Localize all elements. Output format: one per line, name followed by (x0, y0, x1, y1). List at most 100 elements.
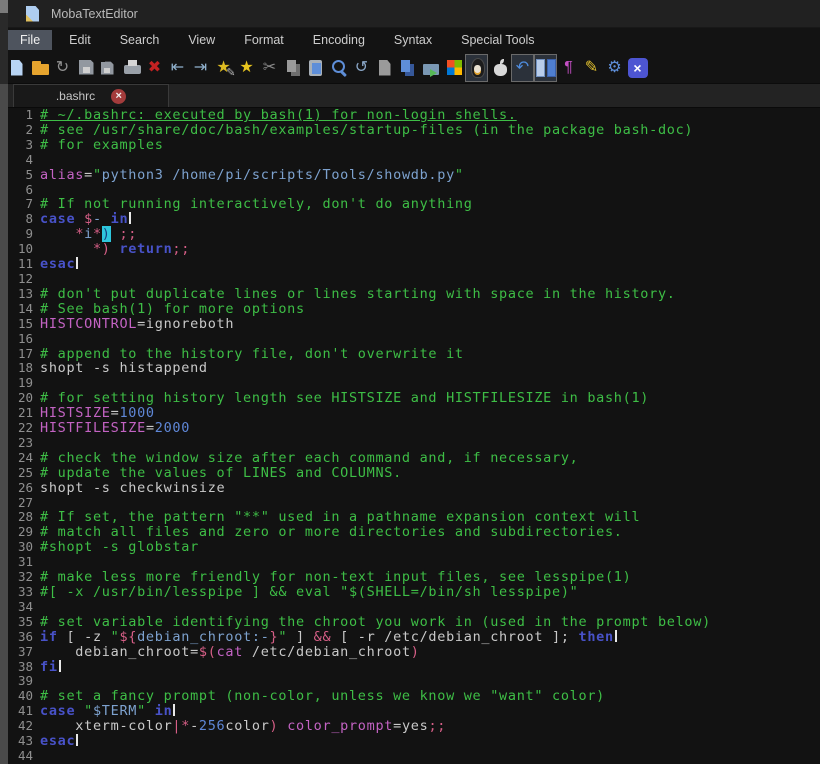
split-view-button[interactable] (534, 54, 557, 82)
code-line-1[interactable]: 1# ~/.bashrc: executed by bash(1) for no… (8, 108, 820, 123)
code-line-43[interactable]: 43esac (8, 734, 820, 749)
code-text: # for setting history length see HISTSIZ… (40, 391, 649, 406)
code-line-18[interactable]: 18shopt -s histappend (8, 361, 820, 376)
title-bar: MobaTextEditor (0, 0, 820, 28)
code-line-6[interactable]: 6 (8, 183, 820, 198)
tab-bar: .bashrc × (8, 84, 820, 108)
tab-bashrc[interactable]: .bashrc × (13, 84, 169, 107)
code-line-31[interactable]: 31 (8, 555, 820, 570)
menu-item-edit[interactable]: Edit (57, 30, 103, 50)
line-number: 14 (8, 302, 40, 317)
reload-button[interactable]: ↻ (51, 54, 74, 82)
line-number: 25 (8, 466, 40, 481)
paste-button[interactable] (304, 54, 327, 82)
code-line-14[interactable]: 14# See bash(1) for more options (8, 302, 820, 317)
code-line-25[interactable]: 25# update the values of LINES and COLUM… (8, 466, 820, 481)
tab-close-icon[interactable]: × (111, 89, 126, 104)
menu-item-view[interactable]: View (176, 30, 227, 50)
window-title: MobaTextEditor (51, 7, 138, 21)
apple-logo-button[interactable] (488, 54, 511, 82)
code-line-15[interactable]: 15HISTCONTROL=ignoreboth (8, 317, 820, 332)
code-line-7[interactable]: 7# If not running interactively, don't d… (8, 197, 820, 212)
code-line-2[interactable]: 2# see /usr/share/doc/bash/examples/star… (8, 123, 820, 138)
code-line-30[interactable]: 30#shopt -s globstar (8, 540, 820, 555)
code-line-42[interactable]: 42 xterm-color|*-256color) color_prompt=… (8, 719, 820, 734)
code-line-20[interactable]: 20# for setting history length see HISTS… (8, 391, 820, 406)
code-line-22[interactable]: 22HISTFILESIZE=2000 (8, 421, 820, 436)
code-line-3[interactable]: 3# for examples (8, 138, 820, 153)
code-line-9[interactable]: 9 *i*) ;; (8, 227, 820, 242)
text-caret (76, 257, 78, 269)
code-line-26[interactable]: 26shopt -s checkwinsize (8, 481, 820, 496)
open-folder-button[interactable] (28, 54, 51, 82)
text-caret (76, 734, 78, 746)
document-icon (374, 56, 396, 80)
code-line-36[interactable]: 36if [ -z "${debian_chroot:-}" ] && [ -r… (8, 630, 820, 645)
code-line-28[interactable]: 28# If set, the pattern "**" used in a p… (8, 510, 820, 525)
code-line-11[interactable]: 11esac (8, 257, 820, 272)
search-button[interactable] (327, 54, 350, 82)
export-folder-icon (420, 56, 442, 80)
code-line-37[interactable]: 37 debian_chroot=$(cat /etc/debian_chroo… (8, 645, 820, 660)
save-all-button[interactable] (97, 54, 120, 82)
line-number: 6 (8, 183, 40, 198)
line-number: 23 (8, 436, 40, 451)
code-line-27[interactable]: 27 (8, 496, 820, 511)
windows-logo-button[interactable] (442, 54, 465, 82)
bookmark-button[interactable]: ★ (235, 54, 258, 82)
print-button[interactable] (120, 54, 143, 82)
highlighter-button[interactable]: ✎ (580, 54, 603, 82)
code-line-33[interactable]: 33#[ -x /usr/bin/lesspipe ] && eval "$(S… (8, 585, 820, 600)
code-text: # see /usr/share/doc/bash/examples/start… (40, 123, 693, 138)
code-line-32[interactable]: 32# make less more friendly for non-text… (8, 570, 820, 585)
code-line-23[interactable]: 23 (8, 436, 820, 451)
menu-item-search[interactable]: Search (108, 30, 172, 50)
save-button[interactable] (74, 54, 97, 82)
code-area[interactable]: 1# ~/.bashrc: executed by bash(1) for no… (8, 108, 820, 764)
menu-item-file[interactable]: File (8, 30, 52, 50)
code-line-35[interactable]: 35# set variable identifying the chroot … (8, 615, 820, 630)
line-number: 10 (8, 242, 40, 257)
code-line-40[interactable]: 40# set a fancy prompt (non-color, unles… (8, 689, 820, 704)
menu-item-special-tools[interactable]: Special Tools (449, 30, 546, 50)
close-editor-button[interactable]: × (626, 54, 649, 82)
code-line-38[interactable]: 38fi (8, 660, 820, 675)
code-line-12[interactable]: 12 (8, 272, 820, 287)
code-line-29[interactable]: 29# match all files and zero or more dir… (8, 525, 820, 540)
export-folder-button[interactable] (419, 54, 442, 82)
replace-button[interactable]: ↺ (350, 54, 373, 82)
pilcrow-button[interactable]: ¶ (557, 54, 580, 82)
code-line-39[interactable]: 39 (8, 674, 820, 689)
code-line-19[interactable]: 19 (8, 376, 820, 391)
code-line-4[interactable]: 4 (8, 153, 820, 168)
linux-tux-button[interactable] (465, 54, 488, 82)
code-line-44[interactable]: 44 (8, 749, 820, 764)
code-line-21[interactable]: 21HISTSIZE=1000 (8, 406, 820, 421)
bookmark-edit-button[interactable]: ★ (212, 54, 235, 82)
code-line-10[interactable]: 10 *) return;; (8, 242, 820, 257)
code-text: # If set, the pattern "**" used in a pat… (40, 510, 640, 525)
code-line-16[interactable]: 16 (8, 332, 820, 347)
code-text: HISTSIZE=1000 (40, 406, 155, 421)
compare-files-button[interactable] (396, 54, 419, 82)
copy-button[interactable] (281, 54, 304, 82)
code-line-17[interactable]: 17# append to the history file, don't ov… (8, 347, 820, 362)
menu-item-format[interactable]: Format (232, 30, 296, 50)
code-text: # See bash(1) for more options (40, 302, 305, 317)
document-button[interactable] (373, 54, 396, 82)
settings-gears-button[interactable]: ⚙ (603, 54, 626, 82)
indent-button[interactable]: ⇥ (189, 54, 212, 82)
outdent-button[interactable]: ⇤ (166, 54, 189, 82)
code-line-41[interactable]: 41case "$TERM" in (8, 704, 820, 719)
menu-item-encoding[interactable]: Encoding (301, 30, 377, 50)
code-line-13[interactable]: 13# don't put duplicate lines or lines s… (8, 287, 820, 302)
menu-item-syntax[interactable]: Syntax (382, 30, 444, 50)
undo-button[interactable]: ↶ (511, 54, 534, 82)
code-line-34[interactable]: 34 (8, 600, 820, 615)
code-line-8[interactable]: 8case $- in (8, 212, 820, 227)
code-line-5[interactable]: 5alias="python3 /home/pi/scripts/Tools/s… (8, 168, 820, 183)
new-file-button[interactable] (5, 54, 28, 82)
cut-button[interactable]: ✂ (258, 54, 281, 82)
code-line-24[interactable]: 24# check the window size after each com… (8, 451, 820, 466)
close-file-button[interactable]: ✖ (143, 54, 166, 82)
